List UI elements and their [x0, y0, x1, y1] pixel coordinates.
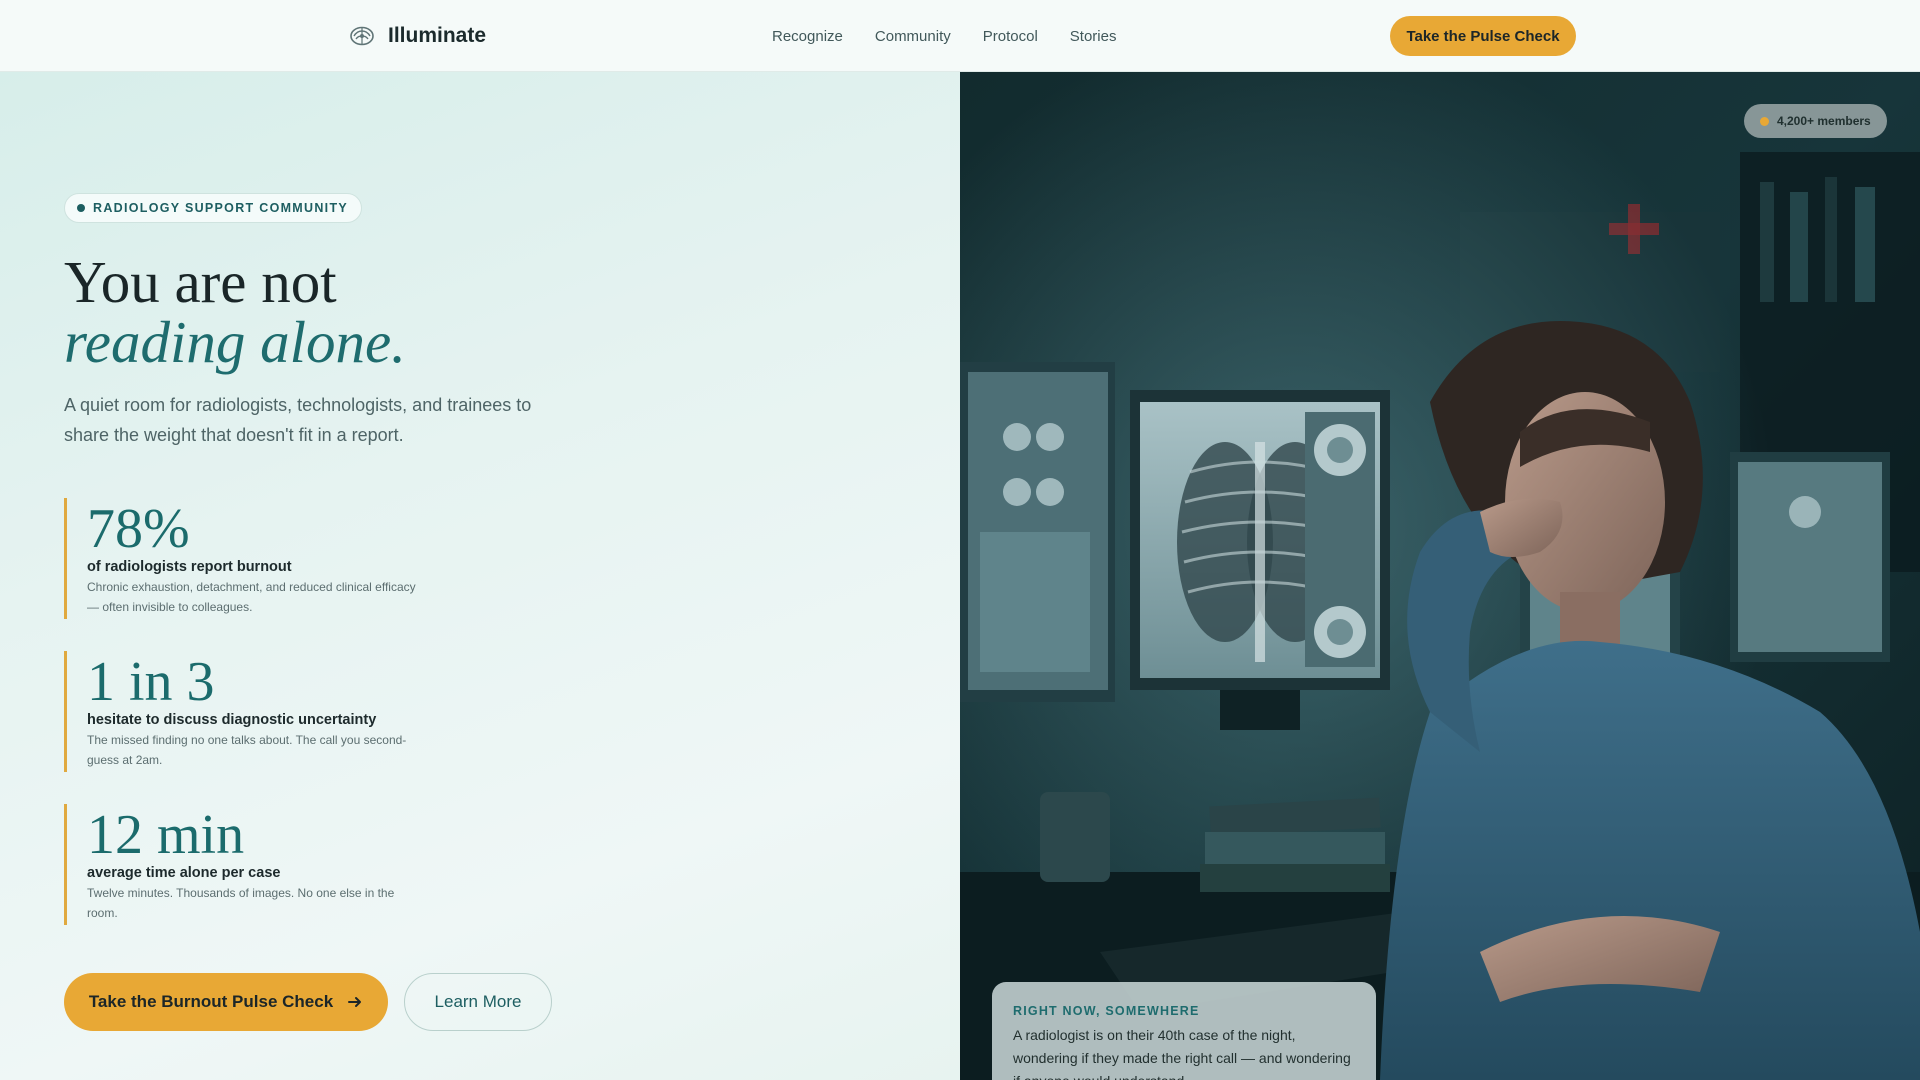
hero-content: RADIOLOGY SUPPORT COMMUNITY You are not …	[0, 72, 960, 1080]
members-status-dot	[1760, 116, 1769, 126]
members-count: 4,200+ members	[1777, 114, 1871, 128]
stat-burnout: 78% of radiologists report burnout Chron…	[64, 498, 464, 619]
headline-line-2: reading alone.	[64, 309, 406, 375]
stat-description: The missed finding no one talks about. T…	[87, 733, 407, 767]
brand-name: Illuminate	[388, 24, 487, 47]
top-nav: Illuminate Recognize Community Protocol …	[0, 0, 1920, 72]
stats-list: 78% of radiologists report burnout Chron…	[64, 498, 464, 957]
stat-value: 78%	[87, 498, 190, 560]
nav-link-recognize[interactable]: Recognize	[772, 28, 843, 45]
brain-logo-icon	[350, 26, 374, 46]
stat-label: of radiologists report burnout	[87, 559, 292, 575]
badge-dot	[77, 204, 85, 212]
stat-value: 12 min	[87, 804, 245, 866]
quote-eyebrow: RIGHT NOW, SOMEWHERE	[1013, 1004, 1200, 1018]
radiologist-workstation-image	[960, 72, 1920, 1080]
stat-value: 1 in 3	[87, 651, 215, 713]
stat-label: hesitate to discuss diagnostic uncertain…	[87, 712, 377, 728]
burnout-pulse-check-label: Take the Burnout Pulse Check	[88, 992, 334, 1011]
quote-text: A radiologist is on their 40th case of t…	[1013, 1027, 1351, 1080]
nav-links: Recognize Community Protocol Stories	[772, 0, 1116, 72]
stat-uncertainty: 1 in 3 hesitate to discuss diagnostic un…	[64, 651, 464, 772]
arrow-right-icon	[348, 997, 362, 1007]
burnout-pulse-check-button[interactable]: Take the Burnout Pulse Check	[64, 973, 388, 1031]
stat-description: Twelve minutes. Thousands of images. No …	[87, 886, 395, 920]
hero-subtitle: A quiet room for radiologists, technolog…	[64, 395, 532, 445]
quote-card: RIGHT NOW, SOMEWHERE A radiologist is on…	[992, 982, 1376, 1080]
page-title: You are not reading alone.	[64, 252, 406, 372]
community-badge: RADIOLOGY SUPPORT COMMUNITY	[64, 193, 363, 223]
nav-link-community[interactable]: Community	[875, 28, 951, 45]
stat-description: Chronic exhaustion, detachment, and redu…	[87, 580, 416, 614]
nav-link-stories[interactable]: Stories	[1070, 28, 1117, 45]
headline-line-1: You are not	[64, 249, 337, 315]
badge-label: RADIOLOGY SUPPORT COMMUNITY	[93, 201, 349, 215]
members-count-badge: 4,200+ members	[1744, 104, 1887, 138]
stat-label: average time alone per case	[87, 865, 281, 881]
pulse-check-nav-button[interactable]: Take the Pulse Check	[1390, 16, 1576, 56]
brand-logo-link[interactable]: Illuminate	[348, 0, 486, 72]
learn-more-button[interactable]: Learn More	[404, 973, 552, 1031]
nav-link-protocol[interactable]: Protocol	[983, 28, 1038, 45]
hero-photo: 4,200+ members RIGHT NOW, SOMEWHERE A ra…	[960, 72, 1920, 1080]
stat-time-alone: 12 min average time alone per case Twelv…	[64, 804, 464, 925]
